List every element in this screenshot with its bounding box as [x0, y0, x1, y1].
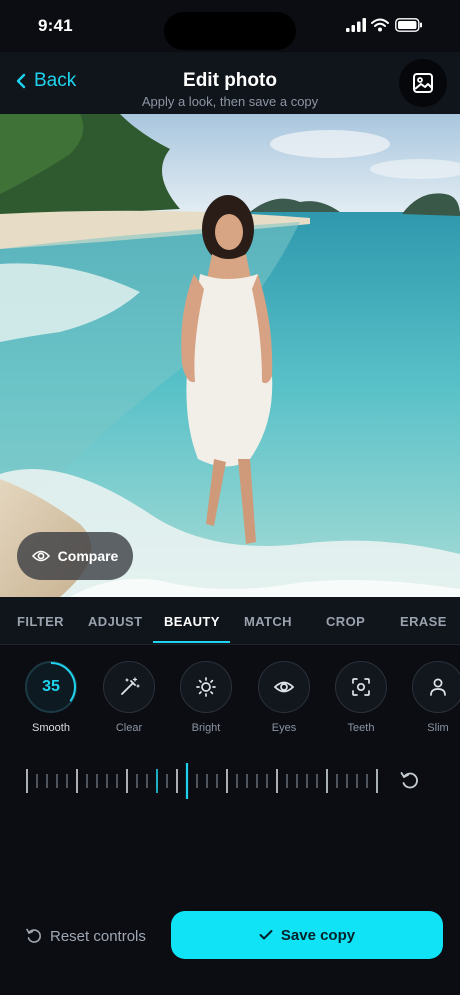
- face-scan-icon: [352, 678, 370, 696]
- tool-smooth[interactable]: 35 Smooth: [21, 661, 81, 734]
- battery-icon: [395, 18, 422, 32]
- page-subtitle: Apply a look, then save a copy: [141, 94, 319, 109]
- reset-slider-button[interactable]: [398, 768, 422, 792]
- status-time: 9:41: [38, 16, 73, 35]
- smooth-value-ring: 35: [25, 661, 77, 713]
- eye-icon: [31, 550, 50, 562]
- magic-wand-icon: [121, 677, 140, 695]
- beauty-tools-panel: 35 Smooth Clear Bright Eyes Teeth Slim R…: [0, 645, 460, 995]
- tab-erase[interactable]: ERASE: [400, 614, 447, 629]
- sun-icon: [196, 677, 216, 697]
- tab-filter[interactable]: FILTER: [17, 614, 64, 629]
- tool-eyes[interactable]: Eyes: [254, 661, 314, 734]
- photo-canvas[interactable]: Compare: [0, 114, 460, 597]
- tab-crop[interactable]: CROP: [326, 614, 365, 629]
- page-title: Edit photo: [183, 70, 277, 91]
- smooth-progress-arc: [26, 662, 76, 712]
- smooth-level-slider[interactable]: [24, 763, 380, 799]
- tool-label: Bright: [191, 722, 221, 734]
- tool-teeth[interactable]: Teeth: [331, 661, 391, 734]
- tool-label: Clear: [115, 722, 143, 734]
- tool-label: Slim: [427, 722, 449, 734]
- dynamic-island: [164, 12, 296, 50]
- check-icon: [259, 930, 273, 940]
- app-header: Back Edit photo Apply a look, then save …: [0, 52, 460, 114]
- eye-icon: [273, 681, 295, 693]
- compare-button[interactable]: Compare: [17, 532, 133, 580]
- tool-label: Smooth: [32, 722, 70, 734]
- reset-controls-label: Reset controls: [50, 927, 146, 945]
- edit-tabs: FILTER ADJUST BEAUTY MATCH CROP ERASE: [0, 597, 460, 645]
- gallery-button[interactable]: [399, 59, 447, 107]
- compare-label: Compare: [57, 548, 119, 564]
- cellular-signal-icon: [346, 18, 366, 32]
- tab-beauty[interactable]: BEAUTY: [164, 614, 220, 629]
- reset-icon: [26, 928, 41, 943]
- tool-bright[interactable]: Bright: [176, 661, 236, 734]
- person-icon: [430, 678, 446, 696]
- tab-adjust[interactable]: ADJUST: [88, 614, 142, 629]
- tool-clear[interactable]: Clear: [99, 661, 159, 734]
- tab-match[interactable]: MATCH: [244, 614, 292, 629]
- tool-slim[interactable]: Slim: [408, 661, 460, 734]
- tool-label: Eyes: [271, 722, 297, 734]
- save-copy-label: Save copy: [280, 926, 356, 944]
- tool-label: Teeth: [347, 722, 375, 734]
- reset-controls-button[interactable]: Reset controls: [25, 927, 146, 945]
- save-copy-button[interactable]: Save copy: [171, 911, 443, 959]
- wifi-icon: [371, 18, 389, 32]
- image-icon: [413, 73, 433, 93]
- status-bar: 9:41: [0, 0, 460, 52]
- beach-photo: [0, 114, 460, 597]
- active-tab-indicator: [153, 641, 230, 643]
